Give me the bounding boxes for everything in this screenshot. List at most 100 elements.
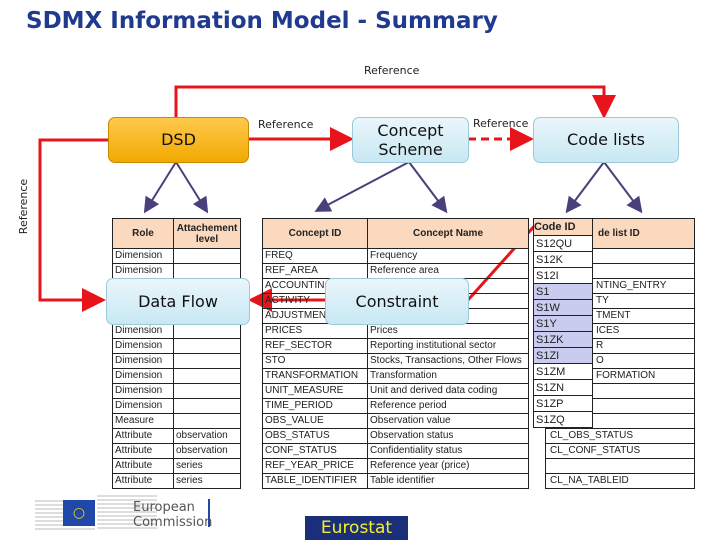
table-row: S1Y	[533, 315, 593, 332]
table-cell: Dimension	[112, 338, 174, 354]
table-row: Dimension	[112, 383, 241, 399]
table-row: S12QU	[533, 235, 593, 252]
table-row: Attribute observation	[112, 428, 241, 444]
table-row: S1ZI	[533, 347, 593, 364]
eurostat-logo: Eurostat	[305, 516, 408, 540]
table-cell: CL_NA_TABLEID	[545, 473, 695, 489]
table-cell: series	[173, 458, 241, 474]
table-cell: FREQ	[262, 248, 368, 264]
table-row: S1ZQ	[533, 411, 593, 428]
dsd-table: Role Attachement level Dimension Dimension…	[112, 218, 241, 489]
table-row: CL_OBS_STATUS	[545, 428, 695, 444]
table-cell: Measure	[112, 413, 174, 429]
table-cell	[545, 458, 695, 474]
table-row: S12K	[533, 251, 593, 268]
table-cell: S1W	[533, 299, 593, 316]
data-flow-box[interactable]: Data Flow	[106, 278, 250, 325]
table-cell: series	[173, 473, 241, 489]
table-row: S1W	[533, 299, 593, 316]
table-cell: Confidentiality status	[367, 443, 529, 459]
table-cell: Observation value	[367, 413, 529, 429]
table-row: S1ZM	[533, 363, 593, 380]
code-table: Code ID S12QU S12K S12I S1 S1W S1Y S1ZK S1ZI S1Z…	[533, 218, 593, 428]
table-row: Dimension	[112, 323, 241, 339]
table-cell: OBS_STATUS	[262, 428, 368, 444]
table-row: Attribute series	[112, 458, 241, 474]
table-row: Measure	[112, 413, 241, 429]
table-cell	[173, 353, 241, 369]
table-row: Attribute observation	[112, 443, 241, 459]
table-cell: Stocks, Transactions, Other Flows	[367, 353, 529, 369]
table-cell: Transformation	[367, 368, 529, 384]
ref-arrow-dsd-dataflow	[38, 138, 108, 312]
table-cell: TRANSFORMATION	[262, 368, 368, 384]
table-cell: STO	[262, 353, 368, 369]
table-cell	[173, 263, 241, 279]
table-cell: Table identifier	[367, 473, 529, 489]
table-cell: Attribute	[112, 473, 174, 489]
table-cell: Dimension	[112, 263, 174, 279]
table-row	[545, 458, 695, 474]
table-cell: Dimension	[112, 383, 174, 399]
concept-scheme-box[interactable]: Concept Scheme	[352, 117, 469, 163]
table-row: S1	[533, 283, 593, 300]
table-row: Dimension	[112, 353, 241, 369]
table-cell: Reference period	[367, 398, 529, 414]
code-lists-box[interactable]: Code lists	[533, 117, 679, 163]
table-cell: S12QU	[533, 235, 593, 252]
table-cell: Unit and derived data coding	[367, 383, 529, 399]
table-cell	[173, 323, 241, 339]
table-row: REF_YEAR_PRICE Reference year (price)	[262, 458, 529, 474]
table-row: Dimension	[112, 368, 241, 384]
table-row: CL_CONF_STATUS	[545, 443, 695, 459]
table-cell: CONF_STATUS	[262, 443, 368, 459]
table-cell: OBS_VALUE	[262, 413, 368, 429]
table-cell: S1ZM	[533, 363, 593, 380]
table-cell: observation	[173, 428, 241, 444]
table-cell: Reference area	[367, 263, 529, 279]
table-row: FREQ Frequency	[262, 248, 529, 264]
table-row: S1ZN	[533, 379, 593, 396]
table-cell	[173, 338, 241, 354]
table-cell: REF_AREA	[262, 263, 368, 279]
table-row: REF_AREA Reference area	[262, 263, 529, 279]
dsd-box[interactable]: DSD	[108, 117, 249, 163]
table-cell: S1ZI	[533, 347, 593, 364]
table-cell: S1ZP	[533, 395, 593, 412]
table-row: Dimension	[112, 398, 241, 414]
table-cell: S1	[533, 283, 593, 300]
table-row: CL_NA_TABLEID	[545, 473, 695, 489]
table-cell: REF_YEAR_PRICE	[262, 458, 368, 474]
table-cell: CL_OBS_STATUS	[545, 428, 695, 444]
table-cell: PRICES	[262, 323, 368, 339]
reference-label: Reference	[258, 118, 314, 131]
table-cell	[173, 248, 241, 264]
table-cell: Observation status	[367, 428, 529, 444]
ec-text: European	[133, 500, 195, 515]
table-row: TIME_PERIOD Reference period	[262, 398, 529, 414]
table-cell: S1ZK	[533, 331, 593, 348]
table-cell: Reference year (price)	[367, 458, 529, 474]
ec-text: Commission	[133, 515, 213, 530]
table-cell	[173, 398, 241, 414]
table-cell: S12I	[533, 267, 593, 284]
table-row: TABLE_IDENTIFIER Table identifier	[262, 473, 529, 489]
table-cell: Dimension	[112, 353, 174, 369]
table-row: S1ZP	[533, 395, 593, 412]
table-row: S12I	[533, 267, 593, 284]
table-cell: observation	[173, 443, 241, 459]
table-cell: S1ZN	[533, 379, 593, 396]
table-cell	[173, 383, 241, 399]
table-cell: Prices	[367, 323, 529, 339]
table-cell: Dimension	[112, 323, 174, 339]
table-row: TRANSFORMATION Transformation	[262, 368, 529, 384]
table-cell: Attribute	[112, 428, 174, 444]
table-row: CONF_STATUS Confidentiality status	[262, 443, 529, 459]
reference-label: Reference	[364, 64, 420, 77]
table-row: Dimension	[112, 248, 241, 264]
table-row: REF_SECTOR Reporting institutional sector	[262, 338, 529, 354]
table-row: S1ZK	[533, 331, 593, 348]
table-cell: Dimension	[112, 248, 174, 264]
table-cell	[173, 413, 241, 429]
constraint-box[interactable]: Constraint	[325, 278, 469, 325]
